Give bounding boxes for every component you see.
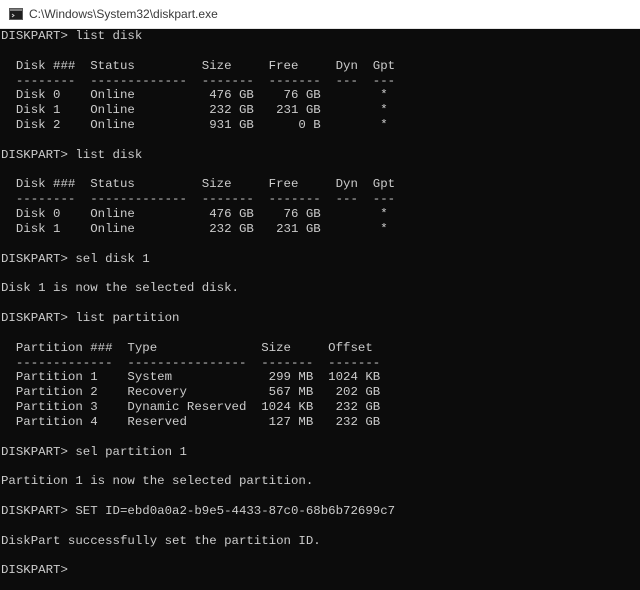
console-line: DiskPart successfully set the partition … (1, 533, 321, 548)
console-output[interactable]: DISKPART> list disk Disk ### Status Size… (0, 29, 640, 590)
console-line: Disk 2 Online 931 GB 0 B * (1, 118, 388, 133)
console-line: DISKPART> sel disk 1 (1, 251, 150, 266)
console-window-icon (9, 8, 23, 20)
console-line: Disk ### Status Size Free Dyn Gpt (1, 177, 396, 192)
console-line: DISKPART> (1, 563, 76, 578)
console-line: Partition 2 Recovery 567 MB 202 GB (1, 385, 381, 400)
console-line: Disk 1 Online 232 GB 231 GB * (1, 221, 388, 236)
console-line: DISKPART> list disk (1, 29, 143, 43)
console-line: DISKPART> list partition (1, 311, 180, 326)
diskpart-window: C:\Windows\System32\diskpart.exe DISKPAR… (0, 0, 640, 590)
console-line: Disk 0 Online 476 GB 76 GB * (1, 88, 388, 103)
window-title: C:\Windows\System32\diskpart.exe (29, 7, 218, 21)
console-line: DISKPART> SET ID=ebd0a0a2-b9e5-4433-87c0… (1, 504, 396, 518)
console-line: Partition 4 Reserved 127 MB 232 GB (1, 414, 381, 429)
console-line: Disk ### Status Size Free Dyn Gpt (1, 58, 396, 73)
console-line: Disk 0 Online 476 GB 76 GB * (1, 207, 388, 222)
title-bar[interactable]: C:\Windows\System32\diskpart.exe (0, 0, 640, 29)
console-line: -------- ------------- ------- ------- -… (1, 73, 396, 88)
console-line: Partition 1 is now the selected partitio… (1, 474, 314, 489)
console-line: ------------- ---------------- ------- -… (1, 355, 381, 370)
console-line: Disk 1 is now the selected disk. (1, 281, 239, 296)
console-line: Partition 3 Dynamic Reserved 1024 KB 232… (1, 400, 381, 415)
console-line: Partition ### Type Size Offset (1, 340, 373, 355)
console-line: DISKPART> list disk (1, 147, 143, 162)
console-line: DISKPART> sel partition 1 (1, 444, 187, 459)
console-line: -------- ------------- ------- ------- -… (1, 192, 396, 207)
console-line: Partition 1 System 299 MB 1024 KB (1, 370, 381, 385)
console-line: Disk 1 Online 232 GB 231 GB * (1, 103, 388, 118)
